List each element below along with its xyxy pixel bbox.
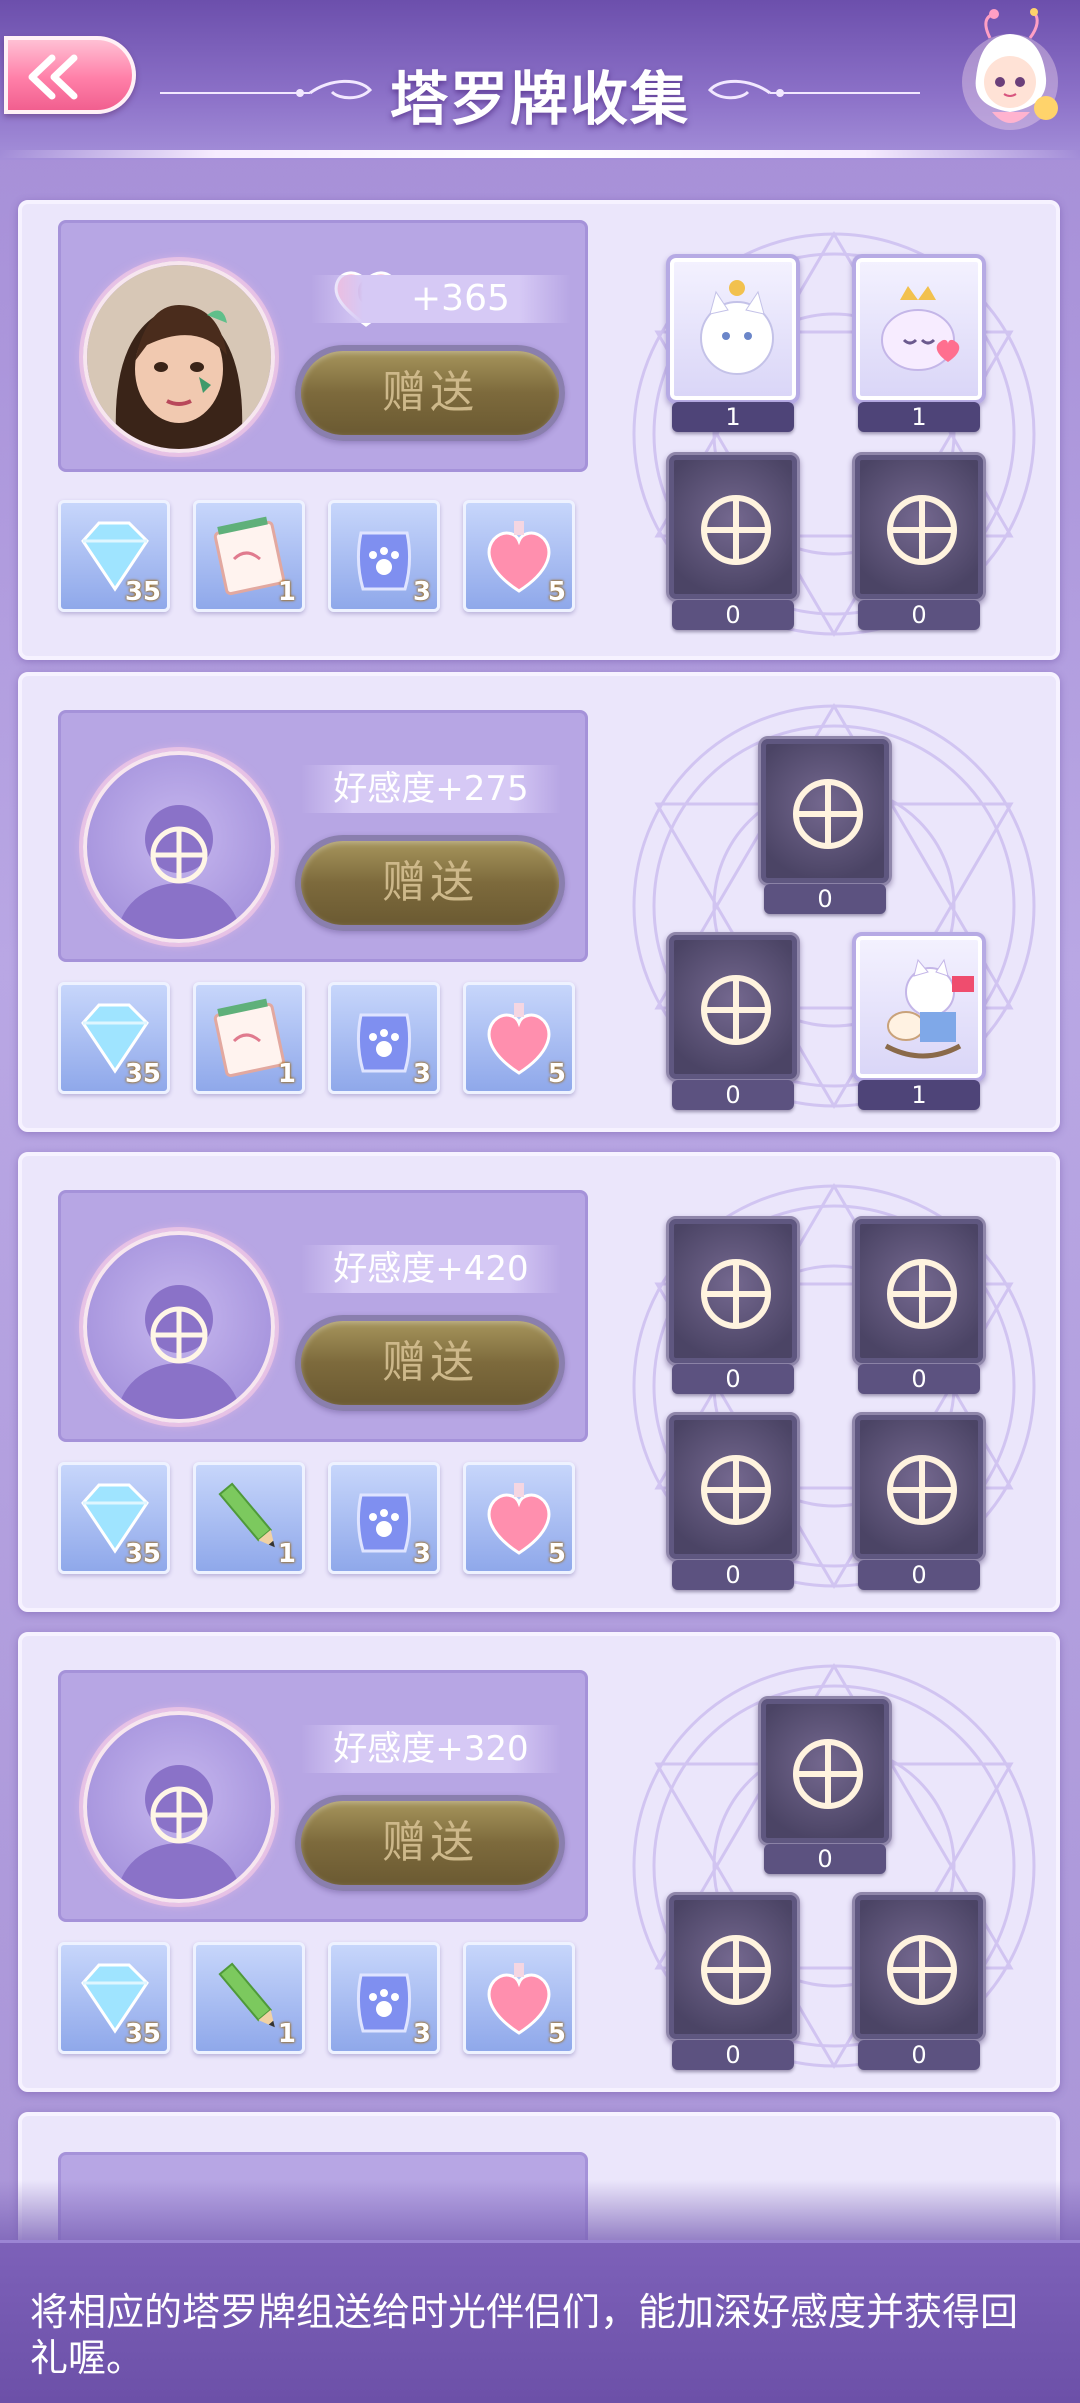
mascot-avatar[interactable]: [950, 8, 1068, 138]
item-paw-bag[interactable]: 3: [328, 1462, 440, 1574]
add-card-icon: [701, 1935, 771, 2005]
item-potion[interactable]: 5: [463, 982, 575, 1094]
companion-info-box: 6 +365 赠送: [58, 220, 588, 472]
gift-button[interactable]: 赠送: [295, 345, 565, 441]
tarot-card-slot[interactable]: 1: [666, 254, 800, 434]
add-card-icon: [793, 779, 863, 849]
companion-panel-2: 好感度+275 赠送 35 1 3 5 0 0 1: [18, 672, 1060, 1132]
silhouette-plus-icon: [117, 1285, 241, 1419]
item-potion[interactable]: 5: [463, 1462, 575, 1574]
locked-portrait[interactable]: [83, 1711, 275, 1903]
tarot-card-slot-empty[interactable]: 0: [666, 1892, 800, 2072]
add-card-icon: [887, 1455, 957, 1525]
companion-info-box: 好感度+275 赠送: [58, 710, 588, 962]
item-notebook[interactable]: 1: [193, 500, 305, 612]
item-diamond[interactable]: 35: [58, 1942, 170, 2054]
item-potion[interactable]: 5: [463, 500, 575, 612]
add-card-icon: [887, 495, 957, 565]
tarot-card-slot-empty[interactable]: 0: [758, 1696, 892, 1876]
item-potion[interactable]: 5: [463, 1942, 575, 2054]
silhouette-plus-icon: [117, 1765, 241, 1899]
hint-footer: 将相应的塔罗牌组送给时光伴侣们，能加深好感度并获得回礼喔。: [0, 2240, 1080, 2403]
header-bar: 塔罗牌收集: [0, 0, 1080, 160]
add-card-icon: [701, 1259, 771, 1329]
add-card-icon: [701, 1455, 771, 1525]
item-diamond[interactable]: 35: [58, 982, 170, 1094]
tarot-card-slot-empty[interactable]: 0: [666, 1216, 800, 1396]
tarot-card-slot-empty[interactable]: 0: [852, 1216, 986, 1396]
locked-portrait[interactable]: [83, 1231, 275, 1423]
companion-info-box: 好感度+320 赠送: [58, 1670, 588, 1922]
item-diamond[interactable]: 35: [58, 1462, 170, 1574]
title-right-ornament: [707, 79, 920, 100]
tarot-card-slot-empty[interactable]: 0: [758, 736, 892, 916]
tarot-card-slot-empty[interactable]: 0: [852, 1892, 986, 2072]
hint-text: 将相应的塔罗牌组送给时光伴侣们，能加深好感度并获得回礼喔。: [30, 2290, 1019, 2380]
item-notebook[interactable]: 1: [193, 982, 305, 1094]
affection-value: 好感度+320: [301, 1725, 561, 1773]
scroll-fade: [0, 2180, 1080, 2240]
cat-king-card-art: [700, 280, 774, 375]
item-paw-bag[interactable]: 3: [328, 982, 440, 1094]
item-paw-bag[interactable]: 3: [328, 500, 440, 612]
add-card-icon: [793, 1739, 863, 1809]
item-pencil[interactable]: 1: [193, 1942, 305, 2054]
companion-panel-1: 6 +365 赠送 35 1 3 5 1 1 0 0: [18, 200, 1060, 660]
tarot-card-slot[interactable]: 1: [852, 932, 986, 1112]
tarot-card-slot-empty[interactable]: 0: [666, 932, 800, 1112]
tarot-card-slot-empty[interactable]: 0: [666, 1412, 800, 1592]
gift-button[interactable]: 赠送: [295, 1315, 565, 1411]
companion-panel-3: 好感度+420 赠送 35 1 3 5 0 0 0 0: [18, 1152, 1060, 1612]
tarot-card-slot-empty[interactable]: 0: [852, 1412, 986, 1592]
item-diamond[interactable]: 35: [58, 500, 170, 612]
character-portrait[interactable]: [83, 261, 275, 453]
add-card-icon: [701, 975, 771, 1045]
cat-crown-card-art: [881, 286, 960, 371]
companion-info-box: 好感度+420 赠送: [58, 1190, 588, 1442]
locked-portrait[interactable]: [83, 751, 275, 943]
cat-rocking-horse-card-art: [884, 958, 974, 1059]
add-card-icon: [887, 1935, 957, 2005]
item-paw-bag[interactable]: 3: [328, 1942, 440, 2054]
gift-button[interactable]: 赠送: [295, 1795, 565, 1891]
gift-button[interactable]: 赠送: [295, 835, 565, 931]
silhouette-plus-icon: [117, 805, 241, 939]
affection-value: +365: [411, 278, 510, 319]
item-pencil[interactable]: 1: [193, 1462, 305, 1574]
add-card-icon: [887, 1259, 957, 1329]
add-card-icon: [701, 495, 771, 565]
character-face-image: [87, 265, 271, 449]
affection-value: 好感度+420: [301, 1245, 561, 1293]
tarot-card-slot-empty[interactable]: 0: [666, 452, 800, 632]
affection-value: 好感度+275: [301, 765, 561, 813]
companion-panel-4: 好感度+320 赠送 35 1 3 5 0 0 0: [18, 1632, 1060, 2092]
tarot-card-slot[interactable]: 1: [852, 254, 986, 434]
tarot-card-slot-empty[interactable]: 0: [852, 452, 986, 632]
